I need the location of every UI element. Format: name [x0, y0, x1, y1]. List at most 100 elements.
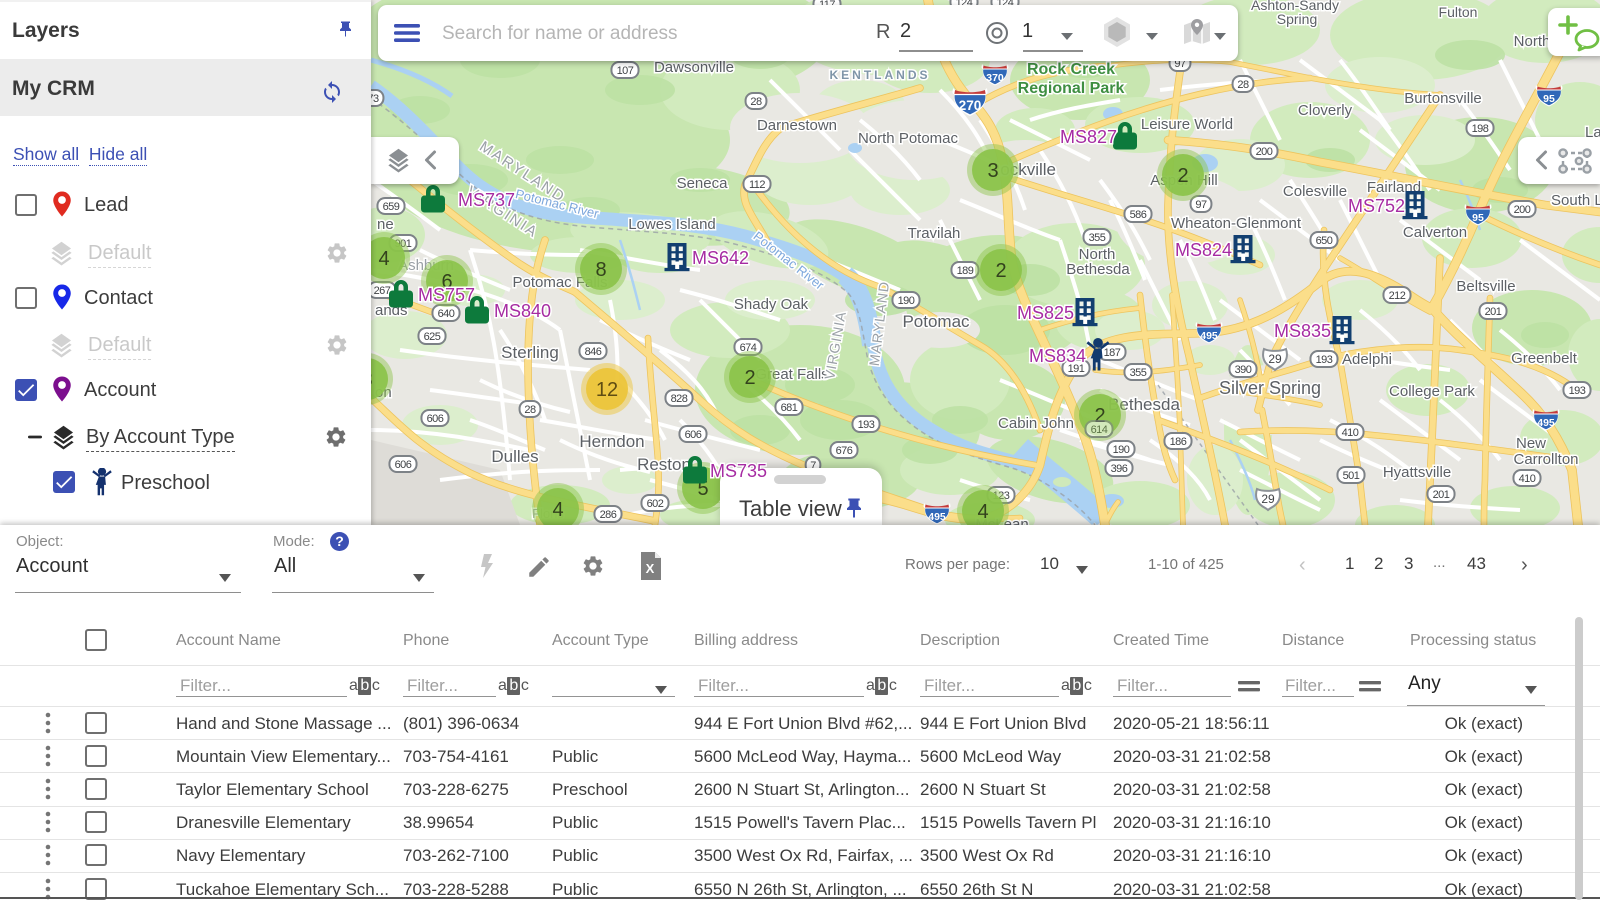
svg-text:614: 614: [1091, 424, 1108, 436]
svg-text:MS827: MS827: [1060, 127, 1117, 147]
svg-text:828: 828: [671, 393, 688, 405]
svg-text:495: 495: [1200, 330, 1218, 342]
svg-text:MS824: MS824: [1175, 240, 1232, 260]
svg-text:200: 200: [1256, 146, 1273, 158]
svg-text:846: 846: [585, 346, 602, 358]
svg-text:Seneca: Seneca: [677, 175, 729, 192]
svg-text:410: 410: [1519, 473, 1536, 485]
svg-text:28: 28: [524, 404, 536, 416]
svg-text:681: 681: [781, 402, 798, 414]
svg-text:2: 2: [1177, 165, 1188, 187]
svg-text:390: 390: [1235, 364, 1252, 376]
svg-text:Potomac: Potomac: [902, 312, 970, 331]
svg-text:South Laurel: South Laurel: [1551, 192, 1600, 209]
svg-text:193: 193: [1316, 354, 1333, 366]
svg-text:MS835: MS835: [1274, 321, 1331, 341]
svg-text:Rock Creek: Rock Creek: [1027, 61, 1115, 78]
svg-text:MS737: MS737: [458, 190, 515, 210]
svg-text:12: 12: [596, 379, 618, 401]
svg-text:MS752: MS752: [1348, 196, 1405, 216]
svg-text:95: 95: [1472, 212, 1484, 224]
svg-text:201: 201: [1433, 489, 1450, 501]
svg-text:3: 3: [987, 160, 998, 182]
svg-text:396: 396: [1111, 463, 1128, 475]
svg-text:Adelphi: Adelphi: [1342, 351, 1392, 368]
svg-text:270: 270: [959, 98, 982, 113]
svg-text:Herndon: Herndon: [579, 432, 644, 451]
svg-text:659: 659: [383, 201, 400, 213]
svg-text:190: 190: [1113, 444, 1130, 456]
svg-text:410: 410: [1342, 427, 1359, 439]
svg-text:North: North: [1514, 33, 1551, 50]
svg-text:Spring: Spring: [1277, 11, 1317, 27]
svg-text:355: 355: [1089, 232, 1106, 244]
svg-text:New: New: [1516, 435, 1546, 452]
svg-text:495: 495: [1537, 417, 1555, 429]
svg-text:8: 8: [595, 259, 606, 281]
svg-text:Travilah: Travilah: [908, 225, 961, 242]
svg-text:501: 501: [1343, 470, 1360, 482]
svg-text:Fulton: Fulton: [1439, 4, 1478, 20]
svg-text:200: 200: [1514, 204, 1531, 216]
svg-text:Dulles: Dulles: [491, 447, 538, 466]
svg-text:95: 95: [1543, 93, 1555, 105]
svg-text:4: 4: [977, 501, 988, 523]
svg-text:190: 190: [898, 295, 915, 307]
svg-text:Cabin John: Cabin John: [998, 415, 1074, 432]
svg-text:Colesville: Colesville: [1283, 183, 1347, 200]
svg-text:Leisure World: Leisure World: [1141, 116, 1233, 133]
svg-text:Silver Spring: Silver Spring: [1219, 378, 1321, 398]
svg-text:Cloverly: Cloverly: [1298, 102, 1353, 119]
svg-text:602: 602: [647, 498, 664, 510]
svg-text:650: 650: [1316, 235, 1333, 247]
svg-text:KENTLANDS: KENTLANDS: [830, 68, 931, 82]
svg-text:606: 606: [427, 413, 444, 425]
svg-text:Darnestown: Darnestown: [757, 117, 837, 134]
svg-text:Burtonsville: Burtonsville: [1404, 90, 1482, 107]
svg-text:2: 2: [995, 260, 1006, 282]
svg-text:187: 187: [1104, 347, 1121, 359]
svg-text:Lowes Island: Lowes Island: [628, 216, 716, 233]
svg-text:MS757: MS757: [418, 285, 475, 305]
svg-text:586: 586: [1130, 209, 1147, 221]
svg-text:212: 212: [1389, 290, 1406, 302]
svg-text:107: 107: [617, 65, 634, 77]
svg-text:29: 29: [1261, 492, 1275, 506]
svg-text:Greenbelt: Greenbelt: [1511, 350, 1578, 367]
svg-text:Dawsonville: Dawsonville: [654, 59, 734, 76]
svg-text:ne: ne: [377, 216, 394, 233]
svg-text:370: 370: [986, 72, 1004, 84]
svg-text:Hyattsville: Hyattsville: [1383, 464, 1451, 481]
svg-text:College Park: College Park: [1389, 383, 1475, 400]
svg-text:MS642: MS642: [692, 248, 749, 268]
svg-text:198: 198: [1472, 123, 1489, 135]
svg-text:4: 4: [378, 248, 389, 270]
svg-text:Carrollton: Carrollton: [1513, 451, 1578, 468]
svg-text:MS840: MS840: [494, 301, 551, 321]
svg-text:355: 355: [1130, 367, 1147, 379]
svg-text:676: 676: [836, 445, 853, 457]
svg-text:625: 625: [424, 331, 441, 343]
svg-text:112: 112: [749, 179, 765, 191]
svg-text:73: 73: [371, 93, 379, 105]
svg-text:267: 267: [374, 285, 391, 297]
svg-text:495: 495: [928, 511, 946, 523]
svg-text:640: 640: [438, 308, 455, 320]
svg-text:2: 2: [744, 367, 755, 389]
svg-text:Shady Oak: Shady Oak: [734, 296, 809, 313]
svg-text:286: 286: [600, 509, 617, 521]
svg-text:28: 28: [1237, 79, 1249, 91]
svg-text:X: X: [646, 561, 655, 576]
svg-text:3: 3: [371, 369, 373, 391]
svg-text:North Potomac: North Potomac: [858, 130, 959, 147]
svg-text:193: 193: [1569, 385, 1586, 397]
svg-text:Wheaton-Glenmont: Wheaton-Glenmont: [1171, 215, 1302, 232]
svg-text:Sterling: Sterling: [501, 343, 559, 362]
svg-text:606: 606: [685, 429, 702, 441]
svg-text:Calverton: Calverton: [1403, 224, 1467, 241]
svg-text:193: 193: [858, 419, 875, 431]
svg-text:606: 606: [395, 459, 412, 471]
svg-text:4: 4: [552, 499, 563, 521]
svg-text:28: 28: [750, 96, 762, 108]
svg-text:MS834: MS834: [1029, 346, 1086, 366]
